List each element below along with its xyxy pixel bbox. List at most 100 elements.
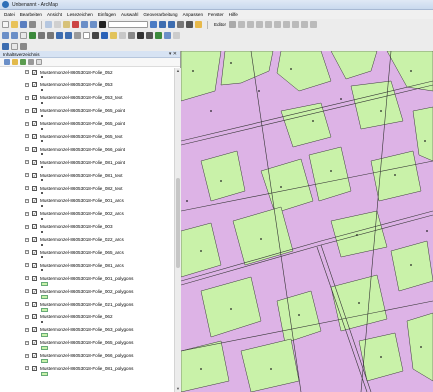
back-extent-icon[interactable] xyxy=(56,32,63,39)
layer-visibility-checkbox[interactable]: ✓ xyxy=(32,95,37,101)
layer-item[interactable]: − ✓ Mustermonzel-86053018-Folie_081_polygo… xyxy=(0,364,174,377)
straight-segment-icon[interactable] xyxy=(247,21,255,28)
layer-item[interactable]: − ✓ Mustermonzel-86053018-Folie_053_text xyxy=(0,94,174,107)
identify-icon[interactable] xyxy=(101,32,108,39)
menu-ansicht[interactable]: Ansicht xyxy=(47,12,62,17)
layer-item[interactable]: − ✓ Mustermonzel-86053018-Folie_063_polygo… xyxy=(0,326,174,339)
list-by-drawing-order-icon[interactable] xyxy=(4,59,10,65)
toc-options-icon[interactable] xyxy=(36,59,42,65)
collapse-toggle-icon[interactable]: − xyxy=(25,121,29,126)
collapse-toggle-icon[interactable]: − xyxy=(25,366,29,371)
open-folder-icon[interactable] xyxy=(11,21,18,28)
layer-item[interactable]: − ✓ Mustermonzel-86053018-Folie_066_point xyxy=(0,145,174,158)
zoom-out-icon[interactable] xyxy=(11,32,18,39)
reshape-icon[interactable] xyxy=(274,21,282,28)
layer-visibility-checkbox[interactable]: ✓ xyxy=(32,224,37,230)
collapse-toggle-icon[interactable]: − xyxy=(25,224,29,229)
layer-visibility-checkbox[interactable]: ✓ xyxy=(32,121,37,127)
menu-einfuegen[interactable]: Einfügen xyxy=(98,12,116,17)
menu-anpassen[interactable]: Anpassen xyxy=(183,12,203,17)
find-icon[interactable] xyxy=(137,32,144,39)
layer-visibility-checkbox[interactable]: ✓ xyxy=(32,301,37,307)
find-route-icon[interactable] xyxy=(146,32,153,39)
layer-item[interactable]: − ✓ Mustermonzel-86053018-Folie_065_point xyxy=(0,120,174,133)
refresh-icon[interactable] xyxy=(20,42,27,50)
create-viewer-icon[interactable] xyxy=(173,32,180,39)
redo-icon[interactable] xyxy=(90,21,97,28)
layer-item[interactable]: − ✓ Mustermonzel-86053018-Folie_002_polygo… xyxy=(0,287,174,300)
collapse-toggle-icon[interactable]: − xyxy=(25,353,29,358)
zoom-in-icon[interactable] xyxy=(2,32,9,39)
select-features-icon[interactable] xyxy=(74,32,81,39)
list-by-visibility-icon[interactable] xyxy=(20,59,26,65)
layer-visibility-checkbox[interactable]: ✓ xyxy=(32,172,37,178)
measure-icon[interactable] xyxy=(128,32,135,39)
layer-item[interactable]: − ✓ Mustermonzel-86053018-Folie_001_arcs xyxy=(0,197,174,210)
list-by-selection-icon[interactable] xyxy=(28,59,34,65)
rotate-icon[interactable] xyxy=(301,21,309,28)
delete-icon[interactable] xyxy=(72,21,79,28)
fixed-zoom-in-icon[interactable] xyxy=(38,32,45,39)
layer-item[interactable]: − ✓ Mustermonzel-86053018-Folie_002_arcs xyxy=(0,210,174,223)
layer-visibility-checkbox[interactable]: ✓ xyxy=(32,159,37,165)
collapse-toggle-icon[interactable]: − xyxy=(25,160,29,165)
menu-geoverarbeitung[interactable]: Geoverarbeitung xyxy=(143,12,177,17)
collapse-toggle-icon[interactable]: − xyxy=(25,340,29,345)
collapse-toggle-icon[interactable]: − xyxy=(25,95,29,100)
layer-visibility-checkbox[interactable]: ✓ xyxy=(32,146,37,152)
full-extent-icon[interactable] xyxy=(29,32,36,39)
layer-item[interactable]: − ✓ Mustermonzel-86053018-Folie_062 xyxy=(0,313,174,326)
layer-item[interactable]: − ✓ Mustermonzel-86053018-Folie_001_polygo… xyxy=(0,274,174,287)
layer-item[interactable]: − ✓ Mustermonzel-86053018-Folie_066_polygo… xyxy=(0,352,174,365)
layer-item[interactable]: − ✓ Mustermonzel-86053018-Folie_003 xyxy=(0,223,174,236)
layer-visibility-checkbox[interactable]: ✓ xyxy=(32,365,37,371)
cut-icon[interactable] xyxy=(45,21,52,28)
print-icon[interactable] xyxy=(29,21,36,28)
split-icon[interactable] xyxy=(292,21,300,28)
pan-icon[interactable] xyxy=(20,32,27,39)
menu-lesezeichen[interactable]: Lesezeichen xyxy=(67,12,93,17)
collapse-toggle-icon[interactable]: − xyxy=(25,250,29,255)
toc-window-icon[interactable] xyxy=(159,21,166,28)
time-slider-icon[interactable] xyxy=(164,32,171,39)
collapse-toggle-icon[interactable]: − xyxy=(25,173,29,178)
vertex-icon[interactable] xyxy=(265,21,273,28)
toc-window-controls[interactable]: ▾ ✕ xyxy=(169,51,177,57)
layer-visibility-checkbox[interactable]: ✓ xyxy=(32,185,37,191)
paste-icon[interactable] xyxy=(63,21,70,28)
clear-selection-icon[interactable] xyxy=(83,32,90,39)
layer-visibility-checkbox[interactable]: ✓ xyxy=(32,133,37,139)
layer-visibility-checkbox[interactable]: ✓ xyxy=(32,198,37,204)
layer-item[interactable]: − ✓ Mustermonzel-86053018-Folie_065_point xyxy=(0,107,174,120)
layout-view-icon[interactable] xyxy=(11,42,18,50)
attributes-icon[interactable] xyxy=(310,21,318,28)
add-data-icon[interactable] xyxy=(99,21,106,28)
edit-tool-icon[interactable] xyxy=(229,21,237,28)
python-window-icon[interactable] xyxy=(195,21,202,28)
layer-item[interactable]: − ✓ Mustermonzel-86053018-Folie_053 xyxy=(0,81,174,94)
collapse-toggle-icon[interactable]: − xyxy=(25,314,29,319)
fixed-zoom-out-icon[interactable] xyxy=(47,32,54,39)
sketch-tool-icon[interactable] xyxy=(238,21,246,28)
layer-visibility-checkbox[interactable]: ✓ xyxy=(32,108,37,114)
trace-icon[interactable] xyxy=(256,21,264,28)
collapse-toggle-icon[interactable]: − xyxy=(25,147,29,152)
layer-visibility-checkbox[interactable]: ✓ xyxy=(32,82,37,88)
collapse-toggle-icon[interactable]: − xyxy=(25,108,29,113)
layer-visibility-checkbox[interactable]: ✓ xyxy=(32,211,37,217)
menu-bearbeiten[interactable]: Bearbeiten xyxy=(20,12,42,17)
hyperlink-icon[interactable] xyxy=(110,32,117,39)
collapse-toggle-icon[interactable]: − xyxy=(25,186,29,191)
arctoolbox-icon[interactable] xyxy=(186,21,193,28)
layer-visibility-checkbox[interactable]: ✓ xyxy=(32,262,37,268)
forward-extent-icon[interactable] xyxy=(65,32,72,39)
collapse-toggle-icon[interactable]: − xyxy=(25,82,29,87)
scroll-thumb[interactable] xyxy=(176,178,180,268)
layer-visibility-checkbox[interactable]: ✓ xyxy=(32,327,37,333)
layer-item[interactable]: − ✓ Mustermonzel-86053018-Folie_081_arcs xyxy=(0,261,174,274)
catalog-window-icon[interactable] xyxy=(168,21,175,28)
cut-polygon-icon[interactable] xyxy=(283,21,291,28)
menu-hilfe[interactable]: Hilfe xyxy=(229,12,238,17)
list-by-source-icon[interactable] xyxy=(12,59,18,65)
collapse-toggle-icon[interactable]: − xyxy=(25,134,29,139)
